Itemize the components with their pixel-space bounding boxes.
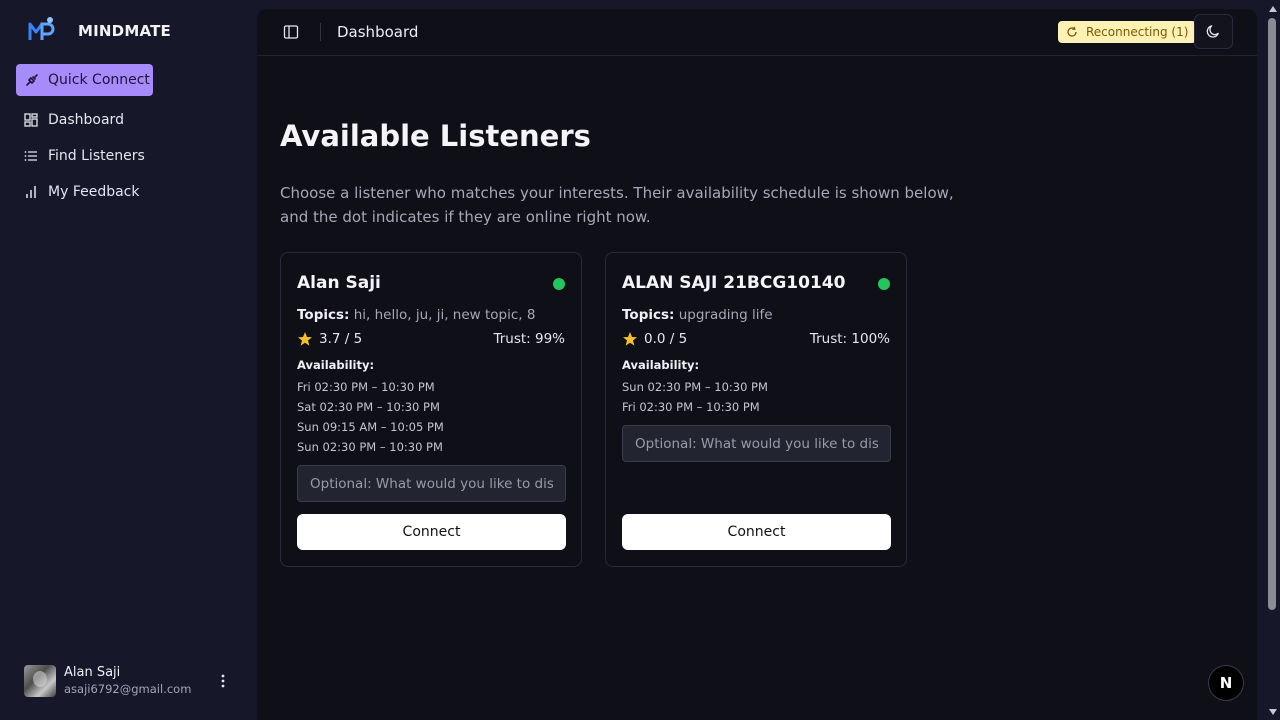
listener-card: ALAN SAJI 21BCG10140 Topics: upgrading l… [605,252,907,567]
rating-value: 0.0 / 5 [644,331,688,347]
connect-button[interactable]: Connect [622,514,891,550]
connect-button[interactable]: Connect [297,514,566,550]
listener-topics: Topics: hi, hello, ju, ji, new topic, 8 [297,307,535,323]
main-panel: Dashboard Reconnecting (1) Available Lis… [257,9,1257,720]
scroll-up-arrow-icon[interactable] [1268,4,1277,13]
sidebar-item-label: Find Listeners [48,148,145,164]
brand[interactable]: MINDMATE [28,16,171,46]
user-name: Alan Saji [64,665,121,680]
brand-name: MINDMATE [78,22,171,40]
mindmate-logo-icon [28,17,55,40]
dashboard-icon [24,113,38,127]
sidebar-toggle-icon[interactable] [283,24,299,40]
availability-slot: Fri 02:30 PM – 10:30 PM [622,400,760,414]
more-vertical-icon[interactable] [216,672,230,690]
availability-slot: Sun 02:30 PM – 10:30 PM [622,380,768,394]
list-icon [24,151,37,161]
online-status-dot [553,278,565,290]
sidebar-item-find-listeners[interactable]: Find Listeners [24,144,145,168]
online-status-dot [878,278,890,290]
topbar: Dashboard Reconnecting (1) [257,9,1257,56]
sidebar: MINDMATE Quick Connect Dashboard Find Li… [0,0,256,720]
page-subtitle: Choose a listener who matches your inter… [280,184,954,226]
availability-slot: Sun 09:15 AM – 10:05 PM [297,420,444,434]
topics-value: upgrading life [678,307,773,323]
scrollbar-thumb[interactable] [1268,18,1276,610]
star-icon [298,332,312,346]
listener-card: Alan Saji Topics: hi, hello, ju, ji, new… [280,252,582,567]
listener-name: Alan Saji [297,273,381,293]
discussion-note-input[interactable] [622,425,891,462]
quick-connect-button[interactable]: Quick Connect [16,64,153,96]
moon-icon [1206,25,1219,38]
sidebar-item-label: Dashboard [48,112,124,128]
listener-name: ALAN SAJI 21BCG10140 [622,273,846,293]
listener-rating: 0.0 / 5 [622,331,687,347]
page-title: Available Listeners [280,119,591,153]
availability-list: Sun 02:30 PM – 10:30 PM Fri 02:30 PM – 1… [622,377,768,417]
listener-trust: Trust: 100% [809,331,890,347]
rating-value: 3.7 / 5 [319,331,363,347]
listener-rating: 3.7 / 5 [297,331,362,347]
user-email: asaji6792@gmail.com [64,682,192,696]
availability-slot: Fri 02:30 PM – 10:30 PM [297,380,435,394]
quick-connect-label: Quick Connect [48,72,150,88]
scrollbar[interactable] [1265,0,1280,720]
scroll-down-arrow-icon[interactable] [1268,707,1277,716]
availability-label: Availability: [297,358,375,372]
refresh-icon [1067,26,1077,37]
dev-tools-badge[interactable]: N [1208,665,1244,701]
availability-slot: Sat 02:30 PM – 10:30 PM [297,400,440,414]
availability-label: Availability: [622,358,700,372]
connection-status-label: Reconnecting (1) [1086,25,1189,39]
sidebar-item-my-feedback[interactable]: My Feedback [24,180,140,204]
availability-list: Fri 02:30 PM – 10:30 PM Sat 02:30 PM – 1… [297,377,444,457]
listener-topics: Topics: upgrading life [622,307,773,323]
connection-status-badge[interactable]: Reconnecting (1) [1058,21,1197,43]
discussion-note-input[interactable] [297,465,566,502]
theme-toggle-button[interactable] [1194,14,1233,49]
avatar [24,665,56,697]
breadcrumb: Dashboard [337,23,419,41]
divider [320,23,321,41]
topics-value: hi, hello, ju, ji, new topic, 8 [353,307,536,323]
topics-label: Topics: [297,307,350,323]
sidebar-item-dashboard[interactable]: Dashboard [24,108,124,132]
sidebar-item-label: My Feedback [48,184,140,200]
availability-slot: Sun 02:30 PM – 10:30 PM [297,440,443,454]
star-icon [623,332,637,346]
user-profile[interactable]: Alan Saji asaji6792@gmail.com [24,664,240,698]
bar-chart-icon [26,186,36,198]
plug-icon [26,74,38,86]
listener-trust: Trust: 99% [493,331,565,347]
topics-label: Topics: [622,307,675,323]
